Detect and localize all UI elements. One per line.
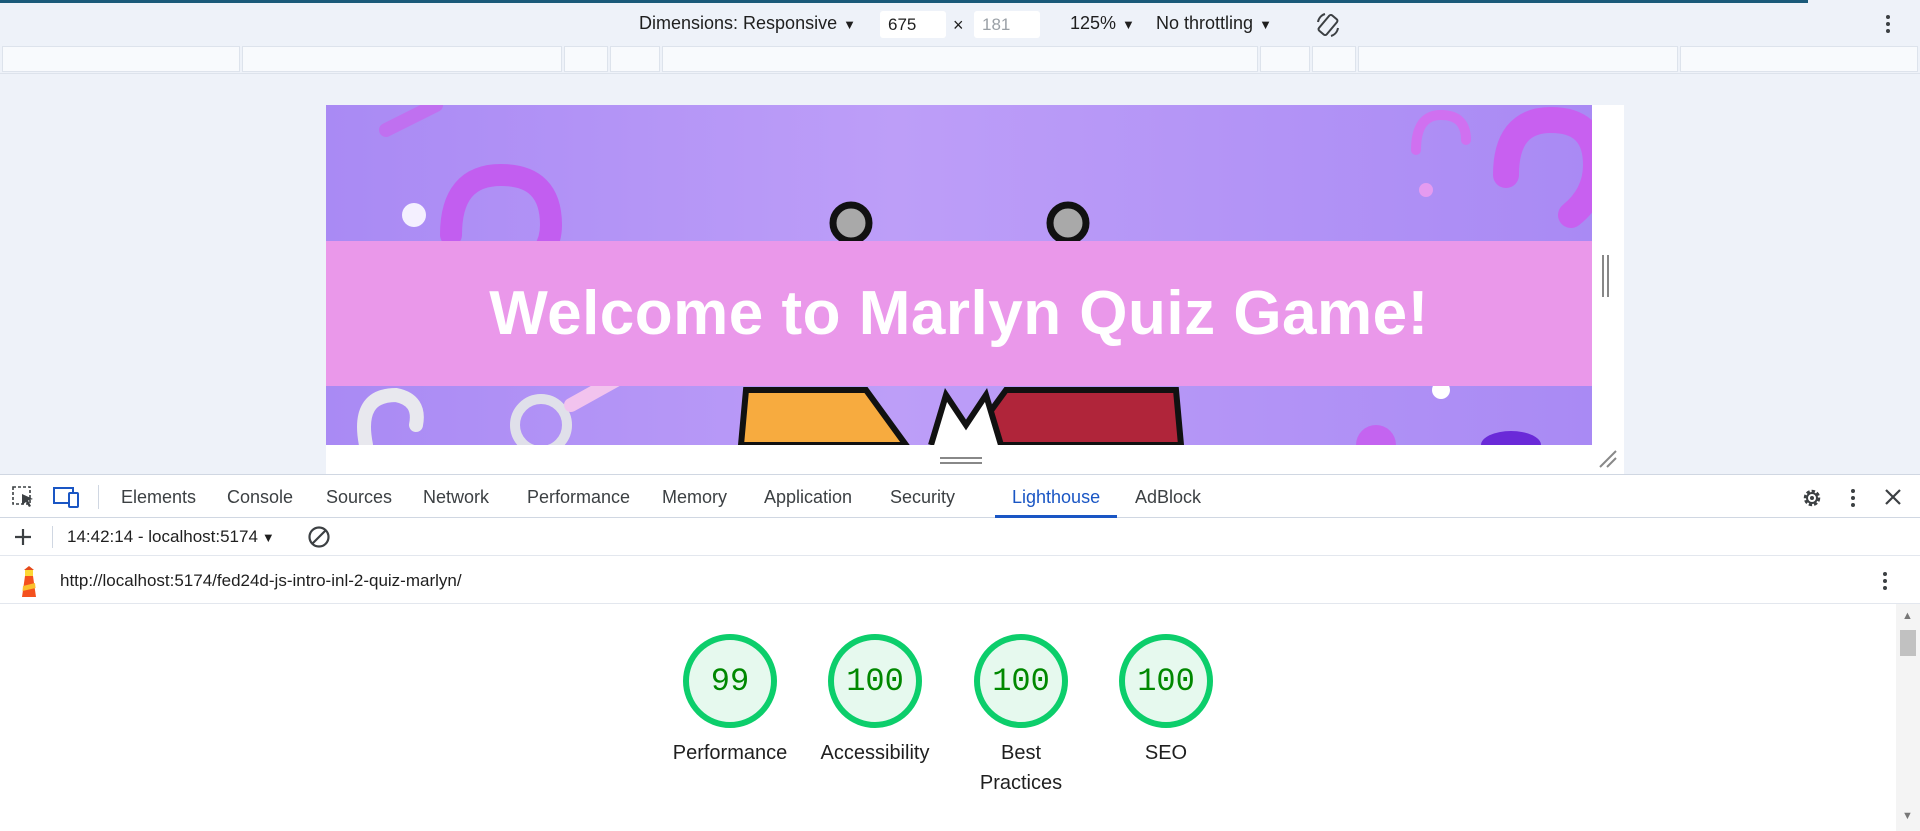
devtools-tab-bar: Elements Console Sources Network Perform… bbox=[0, 474, 1920, 518]
tab-network[interactable]: Network bbox=[423, 487, 489, 508]
dropdown-arrow-icon: ▼ bbox=[843, 17, 856, 32]
device-viewport-area: Welcome to Marlyn Quiz Game! bbox=[0, 74, 1920, 475]
tab-lighthouse[interactable]: Lighthouse bbox=[1012, 487, 1100, 508]
page-preview: Welcome to Marlyn Quiz Game! bbox=[326, 105, 1592, 445]
score-value: 100 bbox=[846, 662, 904, 700]
zoom-dropdown[interactable]: 125% ▼ bbox=[1070, 13, 1135, 34]
dimensions-label: Dimensions: Responsive bbox=[639, 13, 838, 33]
zoom-label: 125% bbox=[1070, 13, 1117, 33]
dropdown-arrow-icon: ▼ bbox=[261, 530, 275, 545]
media-query-segment[interactable] bbox=[242, 46, 562, 72]
scroll-down-arrow-icon[interactable]: ▼ bbox=[1902, 810, 1913, 822]
more-vert-icon[interactable] bbox=[1875, 569, 1895, 598]
width-input[interactable]: 675 bbox=[880, 11, 946, 38]
tab-application[interactable]: Application bbox=[764, 487, 852, 508]
score-value: 100 bbox=[992, 662, 1050, 700]
score-value: 100 bbox=[1137, 662, 1195, 700]
device-toggle-icon[interactable] bbox=[53, 486, 81, 513]
score-ring: 100 bbox=[828, 634, 922, 728]
tab-elements[interactable]: Elements bbox=[121, 487, 196, 508]
media-query-segment[interactable] bbox=[662, 46, 1258, 72]
media-query-segment[interactable] bbox=[2, 46, 240, 72]
tab-performance[interactable]: Performance bbox=[527, 487, 630, 508]
resize-handle-bottom[interactable] bbox=[940, 453, 982, 471]
report-select-dropdown[interactable]: 14:42:14 - localhost:5174 ▼ bbox=[67, 527, 275, 547]
media-query-segment[interactable] bbox=[1260, 46, 1310, 72]
media-query-bar bbox=[0, 44, 1920, 74]
media-query-segment[interactable] bbox=[1680, 46, 1918, 72]
score-label: SEO bbox=[1144, 742, 1188, 764]
clear-icon[interactable] bbox=[307, 525, 331, 554]
more-vert-icon[interactable] bbox=[1843, 486, 1863, 515]
loading-progress-line bbox=[0, 0, 1808, 3]
height-input[interactable]: 181 bbox=[974, 11, 1040, 38]
hero-banner: Welcome to Marlyn Quiz Game! bbox=[326, 241, 1592, 386]
lighthouse-scores: 99 Performance 100 Accessibility 100 Bes… bbox=[0, 604, 1900, 831]
lighthouse-url-bar: http://localhost:5174/fed24d-js-intro-in… bbox=[0, 557, 1920, 604]
dropdown-arrow-icon: ▼ bbox=[1259, 17, 1272, 32]
report-select-label: 14:42:14 - localhost:5174 bbox=[67, 527, 258, 546]
throttling-dropdown[interactable]: No throttling ▼ bbox=[1156, 13, 1272, 34]
dimensions-dropdown[interactable]: Dimensions: Responsive ▼ bbox=[639, 13, 856, 34]
tab-sources[interactable]: Sources bbox=[326, 487, 392, 508]
close-icon[interactable] bbox=[1882, 486, 1904, 513]
inspect-icon[interactable] bbox=[12, 486, 36, 513]
device-toolbar: Dimensions: Responsive ▼ 675 × 181 125% ▼ … bbox=[0, 0, 1920, 44]
media-query-segment[interactable] bbox=[1358, 46, 1678, 72]
toolbar-divider bbox=[52, 526, 53, 548]
device-frame: Welcome to Marlyn Quiz Game! bbox=[326, 105, 1624, 475]
scroll-up-arrow-icon[interactable]: ▲ bbox=[1902, 610, 1913, 622]
score-gauge-seo[interactable]: 100 SEO bbox=[1091, 634, 1241, 768]
rotate-icon[interactable] bbox=[1313, 10, 1343, 45]
score-ring: 100 bbox=[1119, 634, 1213, 728]
media-query-segment[interactable] bbox=[610, 46, 660, 72]
hero-title: Welcome to Marlyn Quiz Game! bbox=[489, 279, 1429, 348]
score-label: Performance bbox=[672, 742, 788, 764]
score-ring: 100 bbox=[974, 634, 1068, 728]
lighthouse-toolbar: 14:42:14 - localhost:5174 ▼ bbox=[0, 518, 1920, 556]
add-icon[interactable] bbox=[12, 526, 34, 553]
score-value: 99 bbox=[710, 662, 750, 700]
score-gauge-best-practices[interactable]: 100 Best Practices bbox=[946, 634, 1096, 798]
resize-corner-handle[interactable] bbox=[1598, 449, 1618, 474]
report-scrollbar[interactable]: ▲ ▼ bbox=[1896, 604, 1920, 831]
score-ring: 99 bbox=[683, 634, 777, 728]
score-gauge-performance[interactable]: 99 Performance bbox=[655, 634, 805, 768]
dimension-times-sign: × bbox=[953, 15, 964, 35]
lighthouse-logo-icon bbox=[16, 566, 42, 603]
resize-handle-right[interactable] bbox=[1601, 255, 1611, 302]
settings-icon[interactable] bbox=[1800, 486, 1824, 515]
dropdown-arrow-icon: ▼ bbox=[1122, 17, 1135, 32]
score-label: Best Practices bbox=[979, 742, 1063, 794]
media-query-segment[interactable] bbox=[564, 46, 608, 72]
media-query-segment[interactable] bbox=[1312, 46, 1356, 72]
more-vert-icon[interactable] bbox=[1878, 12, 1898, 41]
throttling-label: No throttling bbox=[1156, 13, 1254, 33]
score-label: Accessibility bbox=[820, 742, 930, 764]
audited-url: http://localhost:5174/fed24d-js-intro-in… bbox=[60, 571, 462, 590]
tab-memory[interactable]: Memory bbox=[662, 487, 727, 508]
score-gauge-accessibility[interactable]: 100 Accessibility bbox=[800, 634, 950, 768]
tab-adblock[interactable]: AdBlock bbox=[1135, 487, 1201, 508]
tab-security[interactable]: Security bbox=[890, 487, 955, 508]
toolbar-divider bbox=[98, 485, 99, 509]
tab-console[interactable]: Console bbox=[227, 487, 293, 508]
scroll-thumb[interactable] bbox=[1900, 630, 1916, 656]
